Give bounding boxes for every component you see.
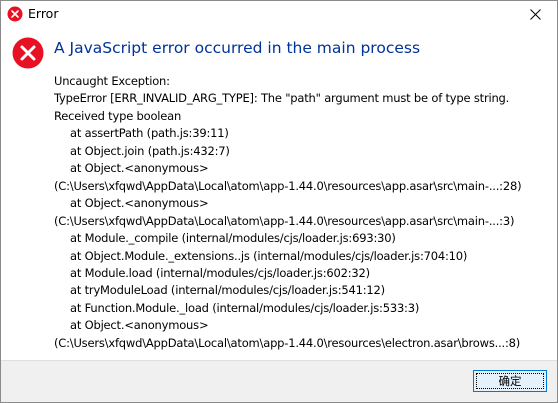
message-line: Uncaught Exception:	[54, 74, 170, 88]
stack-frame: at Module.load (internal/modules/cjs/loa…	[70, 265, 370, 280]
error-dialog-window: Error A JavaScript error occurred in the…	[0, 0, 558, 403]
stack-frame: at assertPath (path.js:39:11)	[70, 126, 229, 141]
stack-frame: at Object.Module._extensions..js (intern…	[70, 248, 468, 263]
dialog-footer: 确定	[1, 360, 557, 402]
ok-button[interactable]: 确定	[473, 370, 547, 392]
stack-frame: at Object.<anonymous>	[70, 196, 209, 211]
stack-frame: at Module._compile (internal/modules/cjs…	[70, 231, 396, 246]
close-button[interactable]	[513, 1, 557, 28]
close-icon	[529, 9, 541, 20]
error-message: Uncaught Exception: TypeError [ERR_INVAL…	[54, 73, 554, 352]
stack-frame: at Object.<anonymous>	[70, 318, 209, 333]
stack-frame: at Object.<anonymous>	[70, 161, 209, 176]
stack-frame-path: (C:\Users\xfqwd\AppData\Local\atom\app-1…	[54, 213, 515, 228]
stack-frame-path: (C:\Users\xfqwd\AppData\Local\atom\app-1…	[54, 335, 521, 350]
error-icon	[7, 6, 23, 22]
window-title: Error	[28, 6, 59, 21]
stack-frame: at Object.join (path.js:432:7)	[70, 143, 230, 158]
stack-frame-path: (C:\Users\xfqwd\AppData\Local\atom\app-1…	[54, 178, 522, 193]
error-heading: A JavaScript error occurred in the main …	[54, 39, 421, 57]
message-line: Received type boolean	[54, 108, 182, 123]
title-bar[interactable]: Error	[1, 1, 557, 28]
message-line: TypeError [ERR_INVALID_ARG_TYPE]: The "p…	[54, 91, 510, 106]
stack-frame: at Function.Module._load (internal/modul…	[70, 300, 420, 315]
stack-frame: at tryModuleLoad (internal/modules/cjs/l…	[70, 283, 385, 298]
error-icon	[12, 37, 44, 69]
